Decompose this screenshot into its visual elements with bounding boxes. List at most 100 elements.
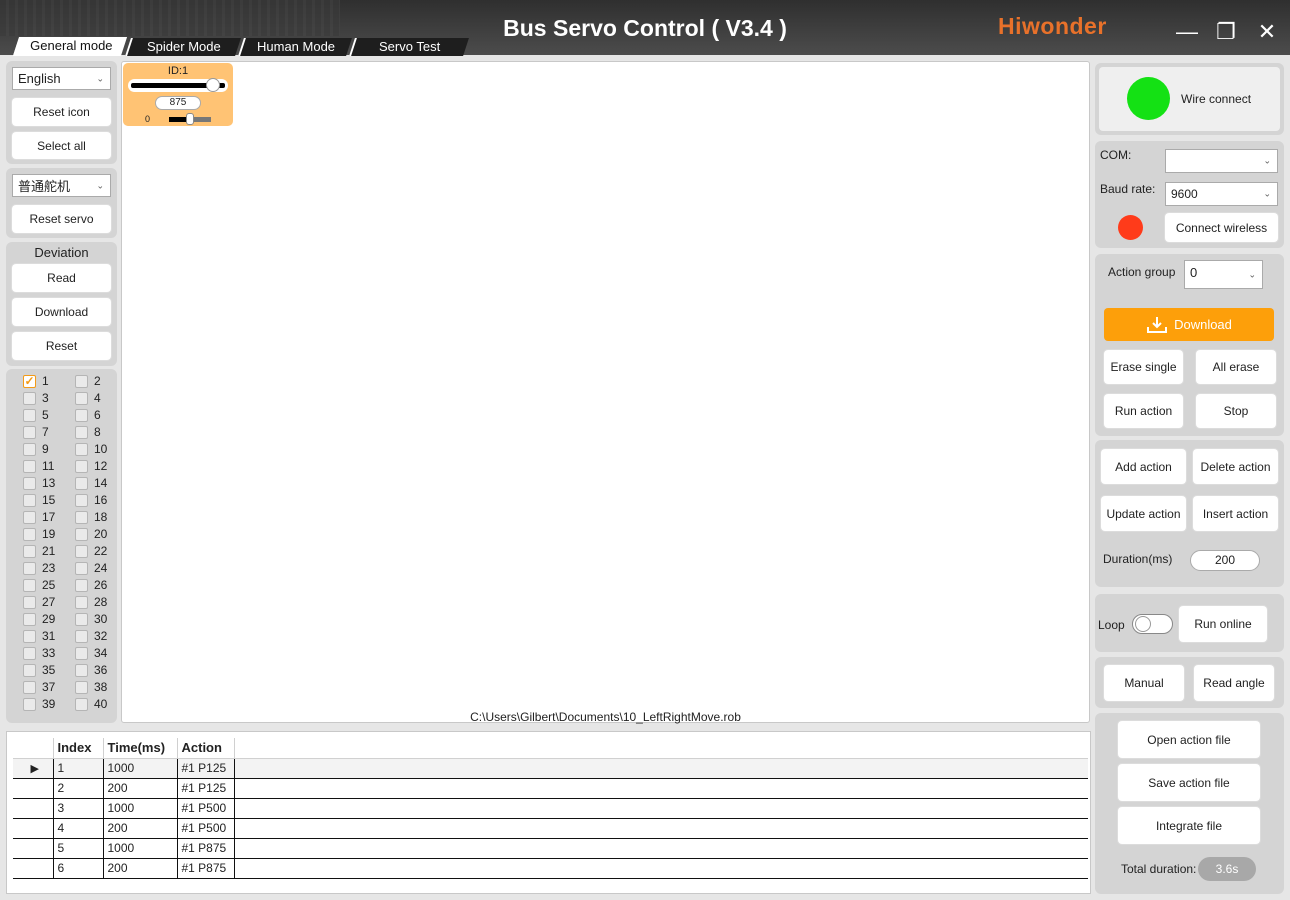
servo-canvas[interactable] [121, 61, 1090, 723]
servo-checkbox-item[interactable]: 7 [23, 425, 49, 439]
cell-index[interactable]: 5 [53, 838, 104, 859]
servo-checkbox[interactable] [23, 527, 36, 541]
servo-checkbox[interactable] [75, 391, 88, 405]
servo-checkbox-item[interactable]: 33 [23, 646, 55, 660]
servo-checkbox[interactable] [23, 663, 36, 677]
servo-checkbox[interactable] [75, 374, 88, 388]
cell-index[interactable]: 2 [53, 778, 104, 799]
table-row[interactable]: 5 1000 #1 P875 [13, 838, 1088, 859]
cell-index[interactable]: 4 [53, 818, 104, 839]
servo-checkbox-item[interactable]: 6 [75, 408, 101, 422]
servo-checkbox-item[interactable]: 20 [75, 527, 107, 541]
servo-checkbox-item[interactable]: 29 [23, 612, 55, 626]
close-button[interactable]: ✕ [1252, 17, 1282, 47]
cell-index[interactable]: 3 [53, 798, 104, 819]
row-selector[interactable] [13, 778, 54, 799]
servo-checkbox[interactable] [23, 510, 36, 524]
deviation-reset-button[interactable]: Reset [12, 332, 111, 360]
servo-checkbox-item[interactable]: 14 [75, 476, 107, 490]
servo-checkbox[interactable] [75, 493, 88, 507]
servo-checkbox-item[interactable]: 27 [23, 595, 55, 609]
servo-checkbox[interactable] [75, 408, 88, 422]
servo-checkbox-item[interactable]: 15 [23, 493, 55, 507]
select-all-button[interactable]: Select all [12, 132, 111, 159]
servo-checkbox[interactable] [23, 408, 36, 422]
cell-time[interactable]: 1000 [103, 838, 178, 859]
servo-checkbox-item[interactable]: 24 [75, 561, 107, 575]
servo-checkbox[interactable] [75, 578, 88, 592]
delete-action-button[interactable]: Delete action [1193, 449, 1278, 484]
servo-checkbox-item[interactable]: 19 [23, 527, 55, 541]
deviation-download-button[interactable]: Download [12, 298, 111, 326]
servo-checkbox-item[interactable]: 30 [75, 612, 107, 626]
table-row[interactable]: 3 1000 #1 P500 [13, 798, 1088, 819]
servo-checkbox[interactable] [75, 459, 88, 473]
servo-checkbox[interactable] [75, 646, 88, 660]
cell-action[interactable]: #1 P500 [177, 798, 235, 819]
servo-checkbox[interactable] [23, 459, 36, 473]
tab-spider-mode[interactable]: Spider Mode [125, 38, 241, 56]
integrate-file-button[interactable]: Integrate file [1118, 807, 1260, 844]
com-select[interactable]: ⌄ [1165, 149, 1278, 173]
cell-time[interactable]: 1000 [103, 758, 178, 779]
servo-checkbox-item[interactable]: 36 [75, 663, 107, 677]
servo-checkbox-item[interactable]: 38 [75, 680, 107, 694]
manual-button[interactable]: Manual [1104, 665, 1184, 701]
open-action-file-button[interactable]: Open action file [1118, 721, 1260, 758]
servo-checkbox[interactable] [23, 646, 36, 660]
reset-servo-button[interactable]: Reset servo [12, 205, 111, 233]
add-action-button[interactable]: Add action [1101, 449, 1186, 484]
servo-checkbox-item[interactable]: 34 [75, 646, 107, 660]
run-online-button[interactable]: Run online [1179, 606, 1267, 642]
servo-checkbox[interactable] [23, 561, 36, 575]
servo-checkbox[interactable] [23, 595, 36, 609]
servo-card[interactable]: ID:1 875 0 [123, 63, 233, 126]
servo-checkbox-item[interactable]: 4 [75, 391, 101, 405]
servo-checkbox[interactable] [23, 680, 36, 694]
erase-single-button[interactable]: Erase single [1104, 350, 1183, 384]
cell-time[interactable]: 200 [103, 858, 178, 879]
servo-checkbox[interactable] [23, 476, 36, 490]
servo-checkbox[interactable] [23, 544, 36, 558]
maximize-button[interactable]: ❐ [1211, 17, 1241, 47]
update-action-button[interactable]: Update action [1101, 496, 1186, 531]
servo-checkbox-item[interactable]: 9 [23, 442, 49, 456]
servo-checkbox-item[interactable]: 17 [23, 510, 55, 524]
servo-checkbox[interactable] [23, 493, 36, 507]
servo-checkbox[interactable] [75, 612, 88, 626]
servo-checkbox-item[interactable]: 31 [23, 629, 55, 643]
row-selector[interactable] [13, 818, 54, 839]
servo-checkbox[interactable] [23, 697, 36, 711]
servo-checkbox[interactable] [75, 442, 88, 456]
stop-button[interactable]: Stop [1196, 394, 1276, 428]
read-angle-button[interactable]: Read angle [1194, 665, 1274, 701]
table-row[interactable]: ▶ 1 1000 #1 P125 [13, 758, 1088, 779]
cell-index[interactable]: 1 [53, 758, 104, 779]
table-row[interactable]: 4 200 #1 P500 [13, 818, 1088, 839]
tab-general-mode[interactable]: General mode [12, 37, 128, 56]
servo-checkbox-item[interactable]: 28 [75, 595, 107, 609]
row-selector[interactable] [13, 838, 54, 859]
servo-checkbox-item[interactable]: 2 [75, 374, 101, 388]
download-action-group-button[interactable]: Download [1104, 308, 1274, 341]
servo-checkbox[interactable] [23, 391, 36, 405]
servo-checkbox[interactable] [23, 612, 36, 626]
all-erase-button[interactable]: All erase [1196, 350, 1276, 384]
row-selector[interactable] [13, 798, 54, 819]
servo-checkbox-item[interactable]: ✓ 1 [23, 374, 49, 388]
cell-action[interactable]: #1 P875 [177, 858, 235, 879]
servo-checkbox-item[interactable]: 10 [75, 442, 107, 456]
servo-checkbox-item[interactable]: 37 [23, 680, 55, 694]
language-select[interactable]: English ⌄ [12, 67, 111, 90]
servo-checkbox-item[interactable]: 16 [75, 493, 107, 507]
servo-checkbox[interactable] [23, 629, 36, 643]
servo-checkbox[interactable] [75, 561, 88, 575]
servo-checkbox[interactable] [75, 680, 88, 694]
servo-checkbox-item[interactable]: 40 [75, 697, 107, 711]
servo-checkbox-checked[interactable]: ✓ [23, 374, 36, 388]
servo-checkbox-item[interactable]: 3 [23, 391, 49, 405]
servo-checkbox[interactable] [23, 425, 36, 439]
servo-checkbox-item[interactable]: 12 [75, 459, 107, 473]
servo-checkbox-item[interactable]: 5 [23, 408, 49, 422]
connect-wireless-button[interactable]: Connect wireless [1165, 213, 1278, 242]
